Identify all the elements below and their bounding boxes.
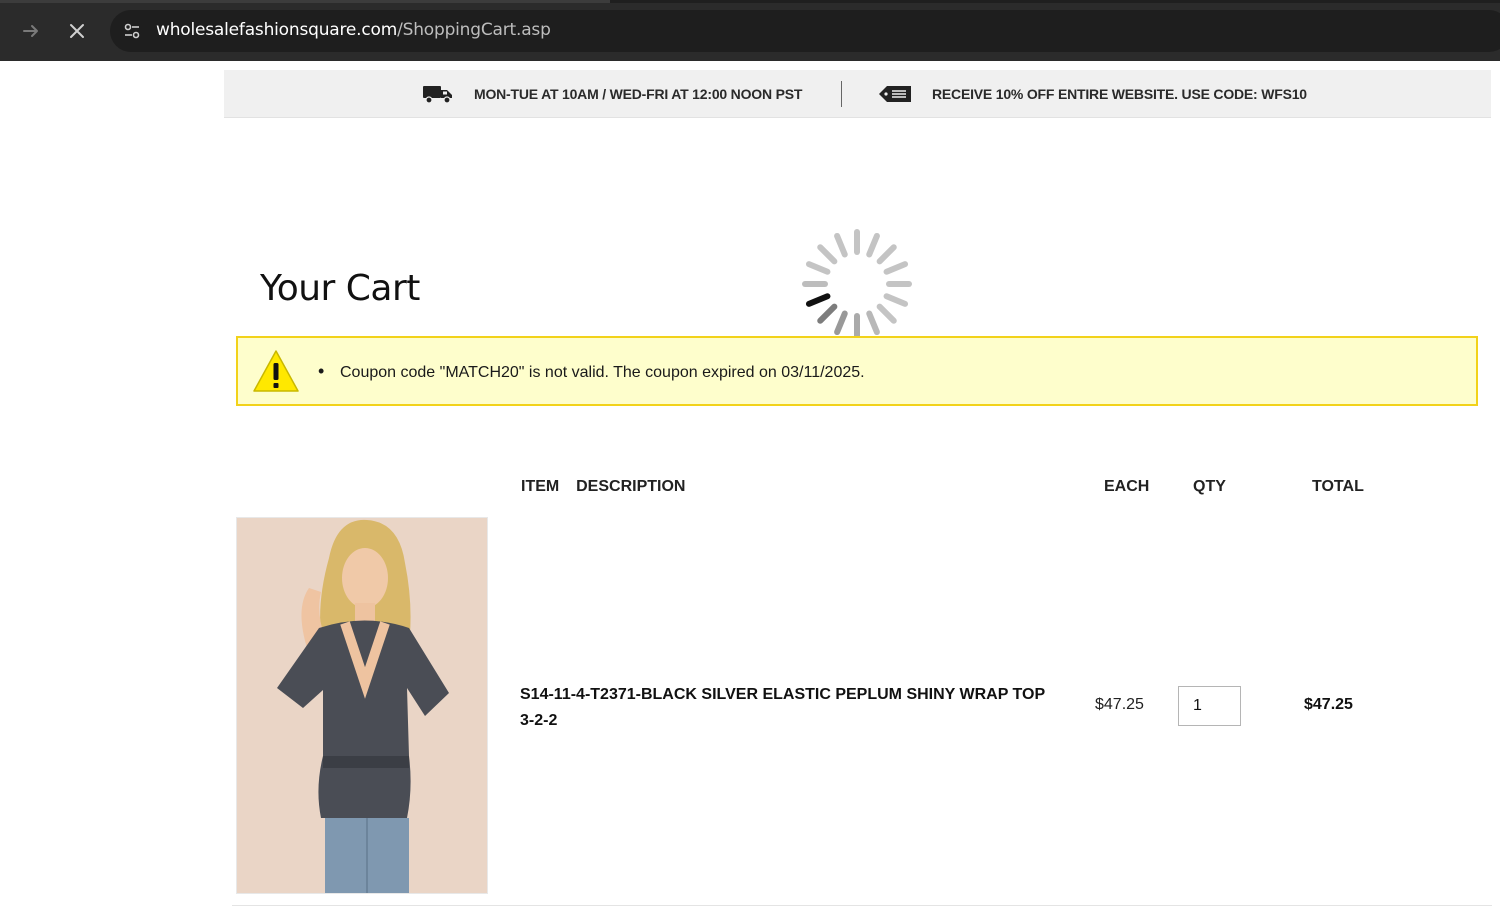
header-item-description: ITEM DESCRIPTION	[521, 478, 686, 495]
coupon-notice: RECEIVE 10% OFF ENTIRE WEBSITE. USE CODE…	[878, 70, 1307, 118]
header-total: TOTAL	[1312, 478, 1364, 495]
arrow-right-icon[interactable]	[15, 15, 47, 47]
coupon-promo-text: RECEIVE 10% OFF ENTIRE WEBSITE. USE CODE…	[932, 86, 1307, 102]
product-unit-price: $47.25	[1095, 696, 1144, 713]
shipping-hours-text: MON-TUE AT 10AM / WED-FRI AT 12:00 NOON …	[474, 86, 803, 102]
quantity-input[interactable]	[1178, 686, 1241, 726]
close-icon[interactable]	[61, 15, 93, 47]
header-each: EACH	[1104, 478, 1150, 495]
product-line-total: $47.25	[1304, 696, 1353, 713]
alert-messages: Coupon code "MATCH20" is not valid. The …	[318, 361, 865, 382]
address-bar[interactable]: wholesalefashionsquare.com/ShoppingCart.…	[110, 10, 1500, 52]
promo-bar: MON-TUE AT 10AM / WED-FRI AT 12:00 NOON …	[224, 70, 1491, 118]
header-qty: QTY	[1193, 478, 1226, 495]
tune-icon[interactable]	[121, 20, 143, 42]
page-title: Your Cart	[260, 268, 420, 309]
product-name[interactable]: S14-11-4-T2371-BLACK SILVER ELASTIC PEPL…	[520, 682, 1060, 734]
url-text: wholesalefashionsquare.com/ShoppingCart.…	[156, 20, 551, 40]
promo-divider	[841, 81, 842, 107]
product-image[interactable]	[236, 517, 488, 894]
shipping-hours-notice: MON-TUE AT 10AM / WED-FRI AT 12:00 NOON …	[422, 70, 802, 118]
tab-strip	[0, 0, 1500, 3]
tag-icon	[879, 86, 911, 102]
alert-message: Coupon code "MATCH20" is not valid. The …	[318, 361, 865, 382]
truck-icon	[423, 86, 452, 104]
spinner-icon	[802, 229, 912, 339]
browser-toolbar: wholesalefashionsquare.com/ShoppingCart.…	[0, 0, 1500, 61]
warning-icon	[253, 350, 299, 392]
row-divider	[232, 905, 1492, 906]
coupon-error-alert: Coupon code "MATCH20" is not valid. The …	[236, 336, 1478, 406]
